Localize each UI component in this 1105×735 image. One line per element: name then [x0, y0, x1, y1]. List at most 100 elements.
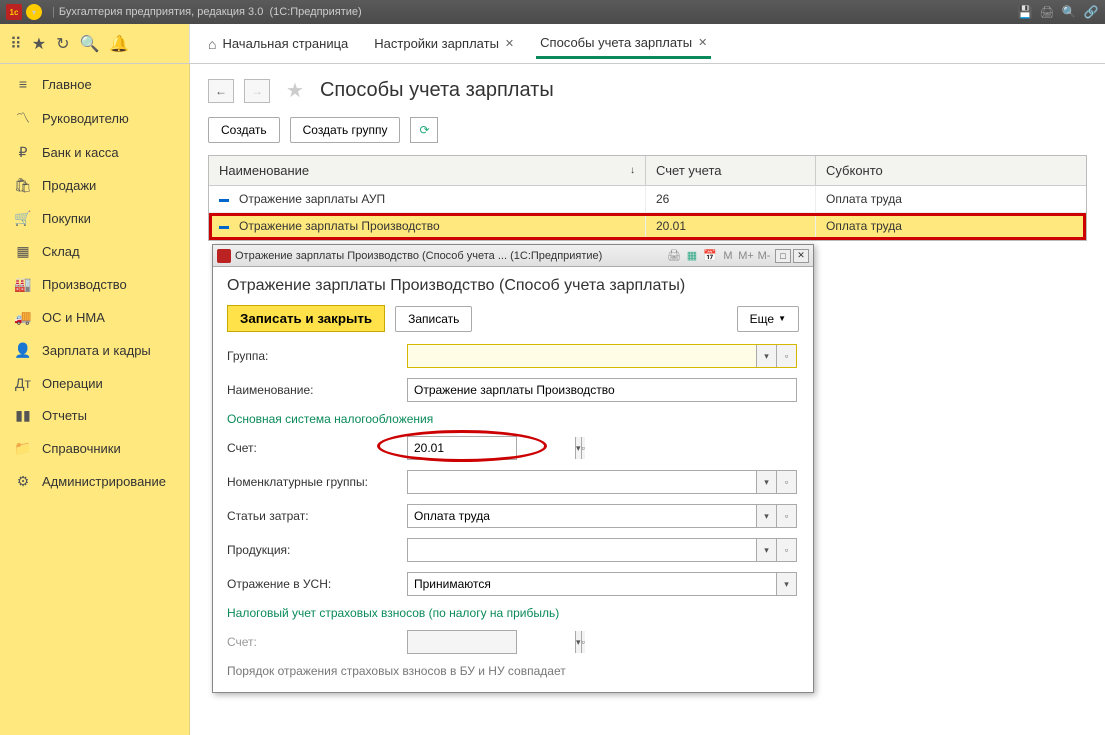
- usn-input[interactable]: [408, 573, 776, 595]
- sidebar-item-bank[interactable]: ₽Банк и касса: [0, 136, 189, 169]
- tab-payroll-methods[interactable]: Способы учета зарплаты ✕: [536, 29, 711, 59]
- dialog: Отражение зарплаты Производство (Способ …: [212, 244, 814, 693]
- gear-icon: ⚙: [14, 473, 32, 490]
- calculator-icon[interactable]: ▦: [683, 249, 701, 262]
- dialog-platform: (1С:Предприятие): [510, 250, 602, 262]
- app-logo-icon: [217, 249, 231, 263]
- cart-icon: 🛒: [14, 210, 32, 227]
- person-icon: 👤: [14, 342, 32, 359]
- m-minus-icon[interactable]: M-: [755, 250, 773, 262]
- dropdown-icon[interactable]: ▾: [756, 345, 776, 367]
- sidebar-item-main[interactable]: ≡Главное: [0, 68, 189, 100]
- nom-groups-input[interactable]: [408, 471, 756, 493]
- name-input[interactable]: [408, 379, 796, 401]
- app-menu-button[interactable]: ▾: [26, 4, 42, 20]
- sidebar-item-operations[interactable]: ДтОперации: [0, 367, 189, 399]
- dropdown-icon[interactable]: ▾: [776, 573, 796, 595]
- column-account[interactable]: Счет учета: [646, 156, 816, 185]
- m-icon[interactable]: M: [719, 250, 737, 262]
- forward-button[interactable]: →: [244, 79, 270, 103]
- dialog-title: Отражение зарплаты Производство (Способ …: [235, 250, 507, 262]
- production-input[interactable]: [408, 539, 756, 561]
- create-button[interactable]: Создать: [208, 117, 280, 143]
- more-button[interactable]: Еще▼: [737, 306, 799, 332]
- search-icon[interactable]: 🔍: [1061, 4, 1077, 20]
- dropdown-icon[interactable]: ▾: [756, 471, 776, 493]
- tab-payroll-settings[interactable]: Настройки зарплаты ✕: [370, 30, 518, 57]
- cost-items-field[interactable]: ▾ ▫: [407, 504, 797, 528]
- back-button[interactable]: ←: [208, 79, 234, 103]
- usn-field[interactable]: ▾: [407, 572, 797, 596]
- boxes-icon: ▦: [14, 243, 32, 260]
- table-row[interactable]: ▬Отражение зарплаты АУП 26 Оплата труда: [209, 186, 1086, 213]
- create-group-button[interactable]: Создать группу: [290, 117, 401, 143]
- calendar-icon[interactable]: 📅: [701, 249, 719, 262]
- m-plus-icon[interactable]: M+: [737, 250, 755, 262]
- open-icon[interactable]: ▫: [776, 471, 796, 493]
- close-icon[interactable]: ✕: [698, 36, 707, 49]
- nom-groups-label: Номенклатурные группы:: [227, 475, 407, 489]
- sidebar-item-manager[interactable]: 〽Руководителю: [0, 100, 189, 136]
- print-icon[interactable]: 🖨: [665, 249, 683, 262]
- insurance-header: Налоговый учет страховых взносов (по нал…: [227, 606, 799, 620]
- account-input[interactable]: [408, 437, 575, 459]
- note-text: Порядок отражения страховых взносов в БУ…: [227, 664, 799, 678]
- dropdown-icon[interactable]: ▾: [756, 539, 776, 561]
- favorite-icon[interactable]: ★: [286, 78, 304, 103]
- name-label: Наименование:: [227, 383, 407, 397]
- maximize-icon[interactable]: □: [775, 249, 791, 263]
- menu-icon: ≡: [14, 76, 32, 92]
- item-icon: ▬: [219, 221, 229, 232]
- star-icon[interactable]: ★: [32, 34, 46, 54]
- apps-icon[interactable]: ⠿: [10, 34, 22, 54]
- open-icon: ▫: [581, 631, 585, 653]
- home-icon: ⌂: [208, 36, 216, 52]
- sidebar-item-sales[interactable]: 🛍Продажи: [0, 169, 189, 202]
- close-icon[interactable]: ✕: [793, 249, 809, 263]
- sidebar-item-admin[interactable]: ⚙Администрирование: [0, 465, 189, 498]
- search-icon[interactable]: 🔍: [79, 34, 99, 54]
- sidebar-item-warehouse[interactable]: ▦Склад: [0, 235, 189, 268]
- operations-icon: Дт: [14, 375, 32, 391]
- sidebar-item-payroll[interactable]: 👤Зарплата и кадры: [0, 334, 189, 367]
- chart-icon: 〽: [14, 108, 32, 128]
- account2-field: ▾ ▫: [407, 630, 517, 654]
- dialog-title-bar[interactable]: Отражение зарплаты Производство (Способ …: [213, 245, 813, 267]
- nom-groups-field[interactable]: ▾ ▫: [407, 470, 797, 494]
- production-field[interactable]: ▾ ▫: [407, 538, 797, 562]
- dropdown-icon[interactable]: ▾: [756, 505, 776, 527]
- name-field[interactable]: [407, 378, 797, 402]
- bag-icon: 🛍: [14, 177, 32, 194]
- link-icon[interactable]: 🔗: [1083, 4, 1099, 20]
- save-close-button[interactable]: Записать и закрыть: [227, 305, 385, 332]
- print-icon[interactable]: 🖨: [1039, 4, 1055, 20]
- sidebar-item-catalogs[interactable]: 📁Справочники: [0, 432, 189, 465]
- open-icon[interactable]: ▫: [776, 505, 796, 527]
- account-field[interactable]: ▾ ▫: [407, 436, 517, 460]
- cost-items-input[interactable]: [408, 505, 756, 527]
- group-field[interactable]: ▾ ▫: [407, 344, 797, 368]
- open-icon[interactable]: ▫: [581, 437, 585, 459]
- column-subconto[interactable]: Субконто: [816, 156, 1086, 185]
- sidebar-item-purchases[interactable]: 🛒Покупки: [0, 202, 189, 235]
- sidebar-item-assets[interactable]: 🚚ОС и НМА: [0, 301, 189, 334]
- refresh-button[interactable]: ⟳: [410, 117, 438, 143]
- close-icon[interactable]: ✕: [505, 37, 514, 50]
- bell-icon[interactable]: 🔔: [109, 34, 129, 54]
- history-icon[interactable]: ↻: [56, 34, 69, 54]
- open-icon[interactable]: ▫: [776, 345, 796, 367]
- platform-title: (1С:Предприятие): [269, 6, 361, 18]
- tab-home[interactable]: ⌂ Начальная страница: [204, 30, 352, 58]
- production-label: Продукция:: [227, 543, 407, 557]
- app-title: Бухгалтерия предприятия, редакция 3.0: [59, 6, 263, 18]
- tab-label: Настройки зарплаты: [374, 36, 499, 51]
- open-icon[interactable]: ▫: [776, 539, 796, 561]
- group-input[interactable]: [408, 345, 756, 367]
- sidebar-item-reports[interactable]: ▮▮Отчеты: [0, 399, 189, 432]
- save-icon[interactable]: 💾: [1017, 4, 1033, 20]
- sidebar-item-production[interactable]: 🏭Производство: [0, 268, 189, 301]
- item-icon: ▬: [219, 194, 229, 205]
- table-row[interactable]: ▬Отражение зарплаты Производство 20.01 О…: [209, 213, 1086, 240]
- save-button[interactable]: Записать: [395, 306, 472, 332]
- column-name[interactable]: Наименование↓: [209, 156, 646, 185]
